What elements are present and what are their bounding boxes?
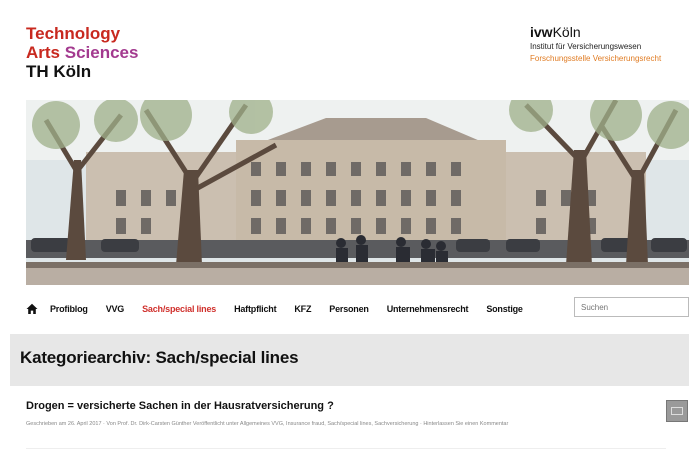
post-thumbnail-icon[interactable] (666, 400, 688, 422)
ivw-research-subtitle: Forschungsstelle Versicherungsrecht (530, 54, 662, 63)
ivw-brand-bold: ivw (530, 24, 553, 40)
ivw-subtitle: Institut für Versicherungswesen (530, 42, 642, 51)
page: Technology Arts Sciences TH Köln ivwKöln… (10, 8, 689, 457)
search-input[interactable] (574, 297, 689, 317)
archive-header: Kategoriearchiv: Sach/special lines (10, 334, 689, 386)
post-meta: Geschrieben am 26. April 2017 · Von Prof… (26, 421, 509, 427)
nav-item-vvg[interactable]: VVG (106, 304, 125, 314)
campus-photo (26, 100, 689, 285)
logo-line-technology: Technology (26, 24, 121, 43)
nav-item-personen[interactable]: Personen (329, 304, 369, 314)
th-koeln-logo[interactable]: Technology Arts Sciences TH Köln (26, 24, 138, 81)
image-placeholder-icon (671, 407, 683, 415)
ivw-brand-light: Köln (552, 24, 581, 40)
nav-item-haftpflicht[interactable]: Haftpflicht (234, 304, 276, 314)
ivw-logo[interactable]: ivwKöln Institut für Versicherungswesen … (530, 24, 662, 65)
nav-item-unternehmensrecht[interactable]: Unternehmensrecht (387, 304, 469, 314)
archive-title: Kategoriearchiv: Sach/special lines (20, 348, 299, 367)
nav-item-kfz[interactable]: KFZ (294, 304, 311, 314)
hero-image (26, 100, 689, 285)
nav-item-sonstige[interactable]: Sonstige (486, 304, 523, 314)
main-nav: Profiblog VVG Sach/special lines Haftpfl… (26, 297, 689, 320)
logo-line-th-koeln: TH Köln (26, 62, 92, 81)
nav-item-profiblog[interactable]: Profiblog (50, 304, 88, 314)
ivw-brand: ivwKöln (530, 24, 661, 40)
post-title-link[interactable]: Drogen = versicherte Sachen in der Hausr… (26, 400, 334, 412)
logo-line-arts-sciences: Arts Sciences (26, 43, 138, 62)
nav-item-sach-special-lines[interactable]: Sach/special lines (142, 304, 216, 314)
logo-arts: Arts (26, 43, 61, 62)
logo-sciences: Sciences (64, 43, 139, 62)
home-icon[interactable] (26, 303, 38, 315)
divider (26, 448, 666, 449)
